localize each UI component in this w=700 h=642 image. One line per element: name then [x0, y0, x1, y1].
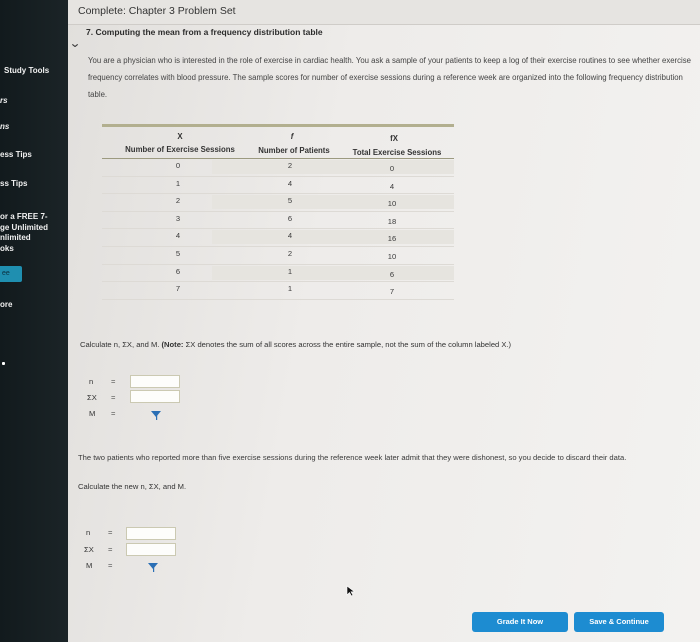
sidebar-promo[interactable]: or a FREE 7- ge Unlimited nlimited oks: [0, 212, 68, 254]
q2-n-label: n: [86, 528, 91, 537]
sidebar-promo-line: oks: [0, 243, 14, 253]
header-symbol-fx: fX: [390, 134, 398, 143]
table-cell: 1: [287, 266, 293, 276]
chevron-down-icon[interactable]: ⌄: [69, 36, 81, 50]
table-header-rule: [102, 158, 454, 159]
q1-mean-label: M: [89, 409, 96, 418]
table-row-rule: [102, 175, 454, 177]
q2-sumx-input[interactable]: [126, 543, 176, 556]
table-cell: 6: [287, 213, 293, 223]
q2-sumx-label: ΣX: [84, 545, 94, 554]
question1-instruction-text: Calculate n, ΣX, and M.: [80, 340, 160, 349]
table-cell: 10: [387, 199, 397, 209]
table-cell: 2: [175, 196, 181, 206]
q2-sumx-equals: =: [108, 545, 113, 554]
table-cell: 5: [287, 196, 293, 206]
table-cell: 0: [389, 164, 395, 173]
sidebar-promo-line: or a FREE 7-: [0, 212, 48, 221]
header-label-x: Number of Exercise Sessions: [125, 145, 235, 154]
table-cell: 10: [387, 252, 397, 261]
main-content: Complete: Chapter 3 Problem Set ⌄ 7. Com…: [68, 0, 700, 642]
table-row-rule: [102, 281, 454, 283]
sidebar-item-4[interactable]: ss Tips: [0, 179, 68, 188]
table-row-band: [212, 160, 454, 174]
page-header: Complete: Chapter 3 Problem Set: [68, 0, 700, 25]
question1-note-text: ΣX denotes the sum of all scores across …: [185, 340, 512, 349]
table-cell: 3: [175, 213, 181, 223]
table-row-rule: [102, 228, 454, 230]
q2-mean-label: M: [86, 561, 93, 570]
header-label-fx: Total Exercise Sessions: [352, 148, 442, 157]
table-row-rule: [102, 246, 454, 247]
table-cell: 6: [175, 266, 181, 276]
q1-n-equals: =: [111, 377, 116, 386]
question1-instruction: Calculate n, ΣX, and M. (Note: ΣX denote…: [80, 340, 511, 349]
table-cell: 18: [387, 216, 397, 226]
q2-n-input[interactable]: [126, 527, 176, 540]
table-row-band: [212, 265, 454, 280]
table-cell: 0: [175, 161, 181, 170]
q1-mean-dropdown-icon[interactable]: [150, 410, 162, 420]
sidebar-promo-line: ge Unlimited: [0, 222, 49, 232]
problem-intro: You are a physician who is interested in…: [88, 56, 692, 99]
sidebar-item-more[interactable]: ore: [0, 300, 68, 309]
table-cell: 1: [287, 284, 293, 294]
table-cell: 4: [389, 181, 395, 191]
save-continue-button[interactable]: Save & Continue: [574, 612, 664, 632]
table-cell: 6: [389, 269, 395, 279]
sidebar: Study Tools rs ns ess Tips ss Tips or a …: [0, 0, 68, 642]
q2-mean-equals: =: [108, 561, 113, 570]
table-top-rule: [102, 124, 454, 127]
header-label-f: Number of Patients: [258, 146, 330, 155]
q1-mean-equals: =: [111, 409, 116, 418]
table-cell: 4: [287, 231, 293, 241]
q1-n-input[interactable]: [130, 375, 180, 388]
q1-sumx-equals: =: [111, 393, 116, 402]
table-cell: 4: [175, 231, 181, 241]
q1-sumx-input[interactable]: [130, 390, 180, 403]
table-cell: 7: [175, 284, 181, 294]
table-row-band: [212, 195, 454, 210]
header-symbol-x: X: [177, 132, 183, 141]
table-cell: 5: [175, 249, 181, 258]
page-title: Complete: Chapter 3 Problem Set: [78, 5, 236, 17]
table-cell: 2: [287, 249, 293, 258]
table-row-rule: [102, 210, 454, 212]
sidebar-promo-button[interactable]: ee: [0, 266, 22, 282]
sidebar-item-3[interactable]: ess Tips: [0, 150, 68, 159]
q2-mean-dropdown-icon[interactable]: [147, 562, 159, 572]
question2-instruction: Calculate the new n, ΣX, and M.: [78, 482, 187, 491]
sidebar-item-1[interactable]: rs: [0, 96, 68, 105]
table-cell: 7: [389, 287, 395, 297]
sidebar-dot: [2, 362, 5, 365]
question1-note-label: (Note:: [161, 340, 184, 349]
table-row-rule: [102, 298, 454, 300]
table-row-band: [212, 230, 454, 245]
question2-note: The two patients who reported more than …: [78, 453, 627, 462]
table-row-rule: [102, 263, 454, 265]
q2-n-equals: =: [108, 528, 113, 537]
table-cell: 4: [287, 178, 293, 188]
sidebar-item-2[interactable]: ns: [0, 122, 68, 131]
table-row-rule: [102, 193, 454, 195]
table-cell: 16: [387, 234, 397, 244]
table-cell: 1: [175, 178, 181, 188]
header-symbol-f: f: [290, 132, 294, 141]
sidebar-promo-line: nlimited: [0, 233, 31, 242]
sidebar-item-study-tools[interactable]: Study Tools: [4, 66, 68, 75]
mouse-cursor-icon: [346, 585, 356, 597]
table-cell: 2: [287, 161, 293, 170]
problem-title: 7. Computing the mean from a frequency d…: [86, 27, 323, 37]
q1-sumx-label: ΣX: [87, 393, 97, 402]
grade-it-now-button[interactable]: Grade It Now: [472, 612, 568, 632]
q1-n-label: n: [89, 377, 94, 386]
